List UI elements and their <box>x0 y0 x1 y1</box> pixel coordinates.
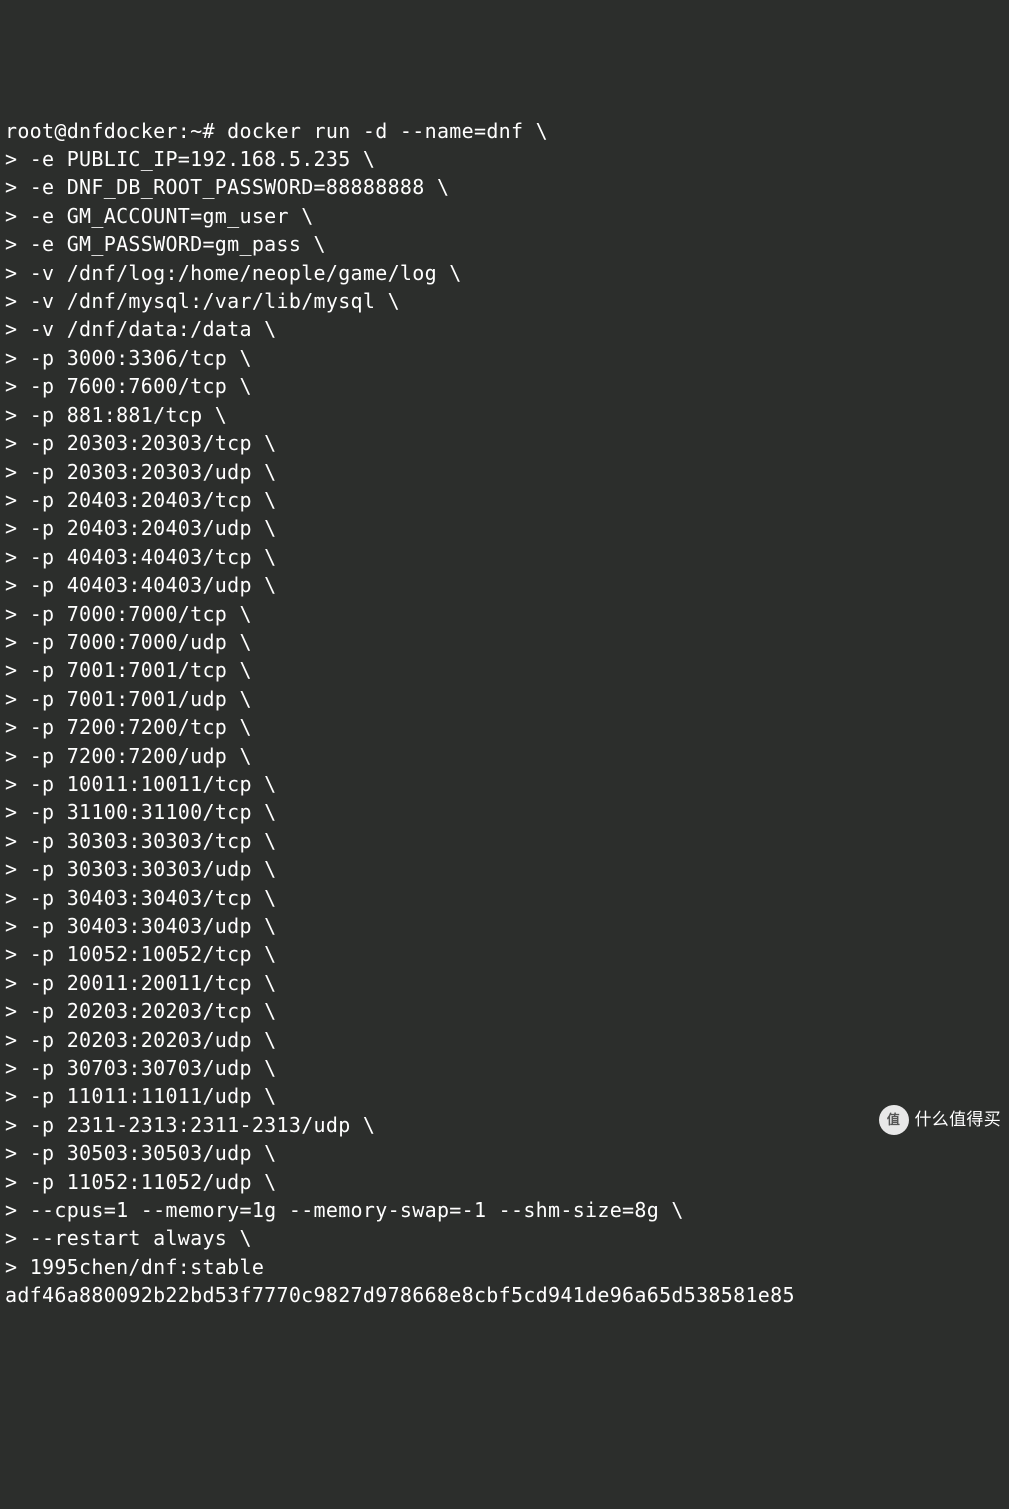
cmd-volume-line: > -v /dnf/mysql:/var/lib/mysql \ <box>5 287 1004 315</box>
cmd-port-line: > -p 7001:7001/tcp \ <box>5 656 1004 684</box>
cmd-port-line: > -p 40403:40403/udp \ <box>5 571 1004 599</box>
cmd-port-line: > -p 10052:10052/tcp \ <box>5 940 1004 968</box>
cmd-port-line: > -p 11052:11052/udp \ <box>5 1168 1004 1196</box>
cmd-port-line: > -p 7001:7001/udp \ <box>5 685 1004 713</box>
cmd-port-line: > -p 20303:20303/udp \ <box>5 458 1004 486</box>
cmd-port-line: > -p 881:881/tcp \ <box>5 401 1004 429</box>
prompt-line: root@dnfdocker:~# docker run -d --name=d… <box>5 117 1004 145</box>
cmd-port: -p 7001:7001/tcp <box>30 658 227 682</box>
cmd-volume: -v /dnf/mysql:/var/lib/mysql <box>30 289 376 313</box>
cmd-env-line: > -e GM_PASSWORD=gm_pass \ <box>5 230 1004 258</box>
cmd-port: -p 2311-2313:2311-2313/udp <box>30 1113 351 1137</box>
cmd-port: -p 7200:7200/udp <box>30 744 227 768</box>
output-line: adf46a880092b22bd53f7770c9827d978668e8cb… <box>5 1281 1004 1309</box>
cmd-port-line: > -p 40403:40403/tcp \ <box>5 543 1004 571</box>
cmd-port: -p 20303:20303/udp <box>30 460 252 484</box>
cmd-port: -p 881:881/tcp <box>30 403 203 427</box>
prompt-cwd: ~ <box>190 119 202 143</box>
cmd-port: -p 20203:20203/tcp <box>30 999 252 1023</box>
cmd-port-line: > -p 20203:20203/tcp \ <box>5 997 1004 1025</box>
cmd-restart: --restart always <box>30 1226 227 1250</box>
cmd-env: -e GM_ACCOUNT=gm_user <box>30 204 289 228</box>
cmd-volume-line: > -v /dnf/log:/home/neople/game/log \ <box>5 259 1004 287</box>
cmd-port: -p 7600:7600/tcp <box>30 374 227 398</box>
prompt-char: # <box>202 119 214 143</box>
cmd-port: -p 31100:31100/tcp <box>30 800 252 824</box>
cmd-port-line: > -p 7000:7000/tcp \ <box>5 600 1004 628</box>
cmd-env: -e PUBLIC_IP=192.168.5.235 <box>30 147 351 171</box>
cmd-port: -p 40403:40403/udp <box>30 573 252 597</box>
cmd-resources-line: > --cpus=1 --memory=1g --memory-swap=-1 … <box>5 1196 1004 1224</box>
cmd-image-line: > 1995chen/dnf:stable <box>5 1253 1004 1281</box>
cmd-image: 1995chen/dnf:stable <box>30 1255 264 1279</box>
cmd-port-line: > -p 31100:31100/tcp \ <box>5 798 1004 826</box>
cmd-volume: -v /dnf/data:/data <box>30 317 252 341</box>
cmd-port: -p 7200:7200/tcp <box>30 715 227 739</box>
cmd-port-line: > -p 7200:7200/tcp \ <box>5 713 1004 741</box>
cmd-port-line: > -p 10011:10011/tcp \ <box>5 770 1004 798</box>
cmd-port-line: > -p 20303:20303/tcp \ <box>5 429 1004 457</box>
cmd-port-line: > -p 11011:11011/udp \ <box>5 1082 1004 1110</box>
terminal[interactable]: root@dnfdocker:~# docker run -d --name=d… <box>5 117 1004 1310</box>
cmd-port: -p 40403:40403/tcp <box>30 545 252 569</box>
cmd-port-line: > -p 7000:7000/udp \ <box>5 628 1004 656</box>
cmd-port-line: > -p 30403:30403/udp \ <box>5 912 1004 940</box>
cmd-port-line: > -p 20203:20203/udp \ <box>5 1026 1004 1054</box>
cmd-port-line: > -p 30303:30303/udp \ <box>5 855 1004 883</box>
cmd-port: -p 20203:20203/udp <box>30 1028 252 1052</box>
cmd-volume: -v /dnf/log:/home/neople/game/log <box>30 261 437 285</box>
cmd-base: docker run -d --name=dnf <box>227 119 523 143</box>
cmd-port-line: > -p 7200:7200/udp \ <box>5 742 1004 770</box>
cmd-port-line: > -p 20403:20403/tcp \ <box>5 486 1004 514</box>
cmd-port: -p 10052:10052/tcp <box>30 942 252 966</box>
watermark-badge-icon: 值 <box>879 1105 909 1135</box>
cmd-port: -p 3000:3306/tcp <box>30 346 227 370</box>
cmd-env: -e DNF_DB_ROOT_PASSWORD=88888888 <box>30 175 425 199</box>
cmd-port: -p 7000:7000/udp <box>30 630 227 654</box>
cmd-port-line: > -p 30503:30503/udp \ <box>5 1139 1004 1167</box>
cmd-port: -p 20403:20403/tcp <box>30 488 252 512</box>
cmd-port-line: > -p 2311-2313:2311-2313/udp \ <box>5 1111 1004 1139</box>
cmd-port-line: > -p 30703:30703/udp \ <box>5 1054 1004 1082</box>
cmd-env-line: > -e PUBLIC_IP=192.168.5.235 \ <box>5 145 1004 173</box>
watermark: 值 什么值得买 <box>879 1105 1002 1135</box>
cmd-env-line: > -e GM_ACCOUNT=gm_user \ <box>5 202 1004 230</box>
cmd-port: -p 7001:7001/udp <box>30 687 227 711</box>
cmd-port: -p 11011:11011/udp <box>30 1084 252 1108</box>
cmd-port: -p 30403:30403/udp <box>30 914 252 938</box>
cmd-port: -p 30303:30303/tcp <box>30 829 252 853</box>
cmd-port-line: > -p 3000:3306/tcp \ <box>5 344 1004 372</box>
cmd-env: -e GM_PASSWORD=gm_pass <box>30 232 302 256</box>
cmd-port-line: > -p 20403:20403/udp \ <box>5 514 1004 542</box>
cmd-port-line: > -p 30303:30303/tcp \ <box>5 827 1004 855</box>
cmd-port: -p 10011:10011/tcp <box>30 772 252 796</box>
watermark-text: 什么值得买 <box>915 1106 1002 1134</box>
cmd-port: -p 20403:20403/udp <box>30 516 252 540</box>
cmd-port-line: > -p 20011:20011/tcp \ <box>5 969 1004 997</box>
cmd-port-line: > -p 30403:30403/tcp \ <box>5 884 1004 912</box>
cmd-volume-line: > -v /dnf/data:/data \ <box>5 315 1004 343</box>
cmd-resources: --cpus=1 --memory=1g --memory-swap=-1 --… <box>30 1198 659 1222</box>
cmd-port: -p 20011:20011/tcp <box>30 971 252 995</box>
cmd-restart-line: > --restart always \ <box>5 1224 1004 1252</box>
cmd-port: -p 7000:7000/tcp <box>30 602 227 626</box>
container-id: adf46a880092b22bd53f7770c9827d978668e8cb… <box>5 1283 795 1307</box>
cmd-port: -p 30503:30503/udp <box>30 1141 252 1165</box>
cmd-port: -p 30703:30703/udp <box>30 1056 252 1080</box>
cmd-port: -p 11052:11052/udp <box>30 1170 252 1194</box>
cmd-port: -p 20303:20303/tcp <box>30 431 252 455</box>
cmd-port: -p 30403:30403/tcp <box>30 886 252 910</box>
cmd-port: -p 30303:30303/udp <box>30 857 252 881</box>
cmd-env-line: > -e DNF_DB_ROOT_PASSWORD=88888888 \ <box>5 173 1004 201</box>
prompt-user-host: root@dnfdocker <box>5 119 178 143</box>
cmd-port-line: > -p 7600:7600/tcp \ <box>5 372 1004 400</box>
